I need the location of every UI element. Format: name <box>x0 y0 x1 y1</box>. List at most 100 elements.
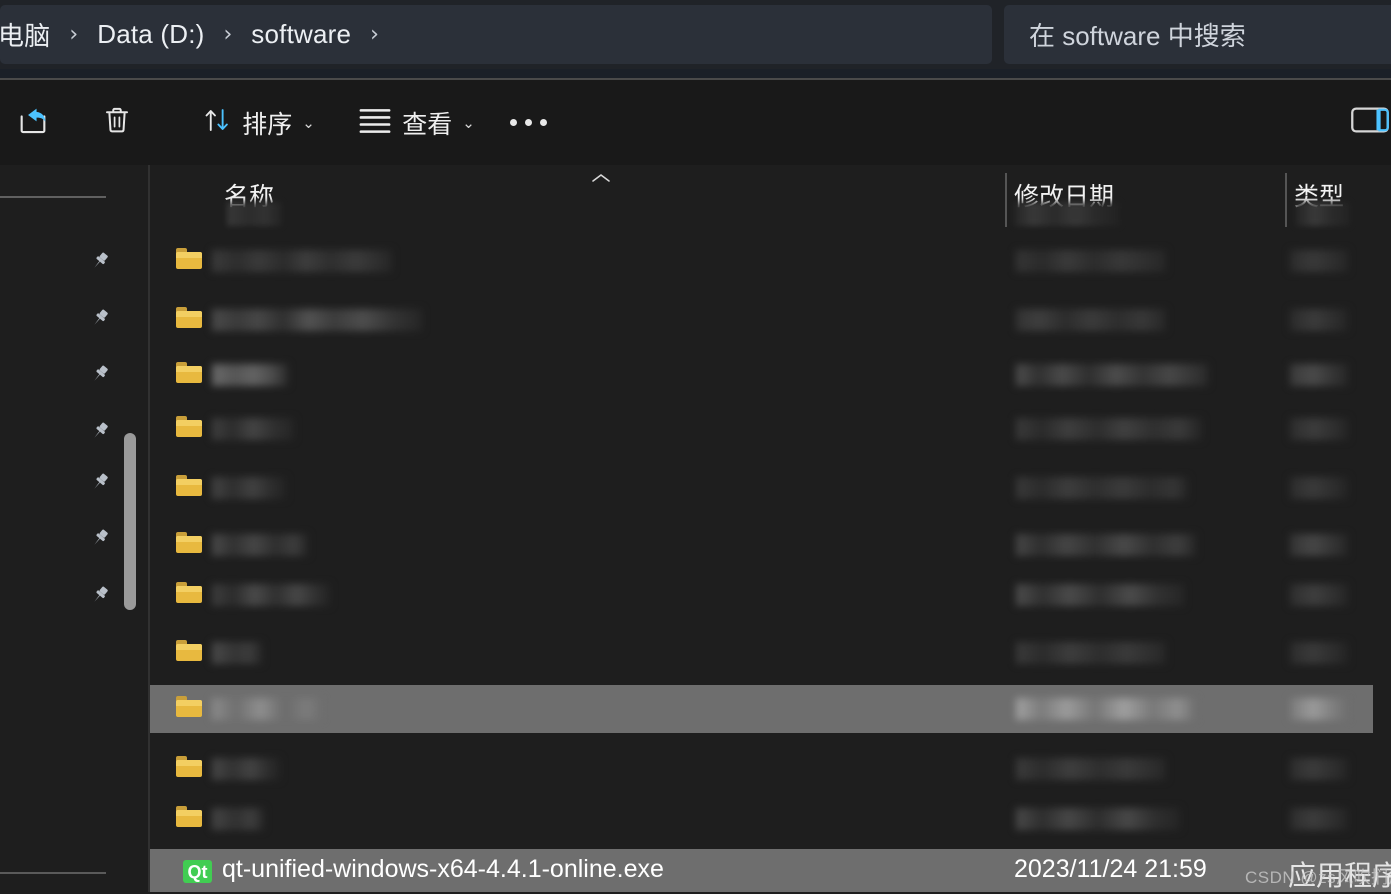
table-row[interactable] <box>150 296 1391 343</box>
qt-icon: Qt <box>183 860 212 883</box>
row-name-redacted <box>212 698 322 720</box>
sidebar-scrollbar[interactable] <box>124 433 136 610</box>
folder-icon <box>176 756 202 778</box>
sidebar-pin-3[interactable] <box>88 362 112 386</box>
file-list: 名称 修改日期 类型 <box>150 165 1391 892</box>
row-name-redacted <box>212 250 392 272</box>
table-row[interactable] <box>150 464 1391 511</box>
view-button[interactable]: 查看 ⌄ <box>343 80 490 165</box>
column-header-name-blur <box>227 202 282 226</box>
navigation-pane <box>0 165 150 892</box>
breadcrumb-separator-3[interactable]: › <box>357 23 392 46</box>
share-button[interactable] <box>10 80 66 165</box>
sort-arrows-icon <box>202 104 232 141</box>
ellipsis-icon <box>509 119 547 126</box>
row-type-redacted <box>1290 309 1348 331</box>
column-headers: 名称 修改日期 类型 <box>150 165 1391 230</box>
breadcrumb-separator-1[interactable]: › <box>56 23 91 46</box>
folder-icon <box>176 307 202 329</box>
row-name-redacted <box>212 758 280 780</box>
folder-icon <box>176 806 202 828</box>
folder-icon <box>176 475 202 497</box>
row-name-redacted <box>212 642 262 664</box>
table-row[interactable] <box>150 571 1391 618</box>
row-type-redacted <box>1290 477 1348 499</box>
chevron-down-icon-sort: ⌄ <box>302 113 315 132</box>
breadcrumb[interactable]: 电脑 › Data (D:) › software › <box>0 5 992 64</box>
column-divider-1[interactable] <box>1005 173 1007 227</box>
breadcrumb-this-pc[interactable]: 电脑 <box>0 13 56 56</box>
row-date-redacted <box>1016 584 1184 606</box>
row-date-redacted <box>1016 642 1166 664</box>
row-type-redacted <box>1290 364 1348 386</box>
row-type-redacted <box>1290 584 1348 606</box>
sidebar-bottom-divider <box>0 872 106 874</box>
row-date-redacted <box>1016 250 1166 272</box>
sort-button[interactable]: 排序 ⌄ <box>186 80 331 165</box>
trash-icon <box>101 103 133 142</box>
sort-label: 排序 <box>242 110 293 139</box>
details-pane-toggle[interactable] <box>1351 80 1391 165</box>
folder-icon <box>176 582 202 604</box>
csdn-watermark: CSDN @zs风吹扪序 <box>1245 868 1391 887</box>
row-date-redacted <box>1016 364 1208 386</box>
search-placeholder: 在 software 中搜索 <box>1029 21 1246 51</box>
hamburger-lines-icon <box>358 105 392 140</box>
breadcrumb-software[interactable]: software <box>245 16 357 53</box>
row-date-redacted <box>1016 477 1188 499</box>
table-row[interactable] <box>150 351 1391 398</box>
column-divider-2[interactable] <box>1285 173 1287 227</box>
row-name-redacted <box>212 584 330 606</box>
sidebar-pin-4[interactable] <box>88 419 112 443</box>
row-type-redacted <box>1290 808 1348 830</box>
row-name-redacted <box>212 364 288 386</box>
chevron-down-icon-view: ⌄ <box>462 113 475 132</box>
sidebar-pin-5[interactable] <box>88 470 112 494</box>
row-date-redacted <box>1016 309 1166 331</box>
row-name-redacted <box>212 534 308 556</box>
breadcrumb-data-d[interactable]: Data (D:) <box>91 16 210 53</box>
sidebar-pin-1[interactable] <box>88 249 112 273</box>
list-item-qt-installer[interactable]: Qt qt-unified-windows-x64-4.4.1-online.e… <box>150 849 1391 892</box>
row-type-redacted <box>1290 758 1348 780</box>
command-bar: 排序 ⌄ 查看 ⌄ <box>0 80 1391 226</box>
column-header-type-blur <box>1295 202 1350 226</box>
row-date-redacted <box>1016 698 1196 720</box>
list-right-gutter <box>1373 165 1391 849</box>
row-date-redacted <box>1016 534 1196 556</box>
folder-icon <box>176 696 202 718</box>
sidebar-pin-2[interactable] <box>88 306 112 330</box>
sidebar-pin-6[interactable] <box>88 526 112 550</box>
more-options-button[interactable] <box>505 80 561 165</box>
row-name-redacted <box>212 309 422 331</box>
row-name-redacted <box>212 418 294 440</box>
row-type-redacted <box>1290 250 1348 272</box>
file-explorer-window: 电脑 › Data (D:) › software › 在 software 中… <box>0 0 1391 892</box>
table-row[interactable] <box>150 521 1391 568</box>
table-row[interactable] <box>150 405 1391 452</box>
row-date-redacted <box>1016 418 1202 440</box>
table-row[interactable] <box>150 795 1391 842</box>
folder-icon <box>176 362 202 384</box>
row-date-redacted <box>1016 808 1180 830</box>
search-input[interactable]: 在 software 中搜索 <box>1004 5 1391 64</box>
sidebar-top-divider <box>0 196 106 198</box>
table-row[interactable] <box>150 237 1391 284</box>
row-name-redacted <box>212 808 264 830</box>
row-type-redacted <box>1290 642 1348 664</box>
table-row[interactable] <box>150 685 1391 733</box>
folder-icon <box>176 640 202 662</box>
share-icon <box>16 103 50 142</box>
table-row[interactable] <box>150 629 1391 676</box>
folder-icon <box>176 416 202 438</box>
folder-icon <box>176 532 202 554</box>
table-row[interactable] <box>150 745 1391 792</box>
delete-button[interactable] <box>94 80 150 165</box>
breadcrumb-separator-2[interactable]: › <box>210 23 245 46</box>
row-name-redacted <box>212 477 286 499</box>
sidebar-pin-7[interactable] <box>88 583 112 607</box>
folder-icon <box>176 248 202 270</box>
row-date-redacted <box>1016 758 1166 780</box>
address-bar-underline <box>0 69 1391 78</box>
row-type-redacted <box>1290 698 1348 720</box>
